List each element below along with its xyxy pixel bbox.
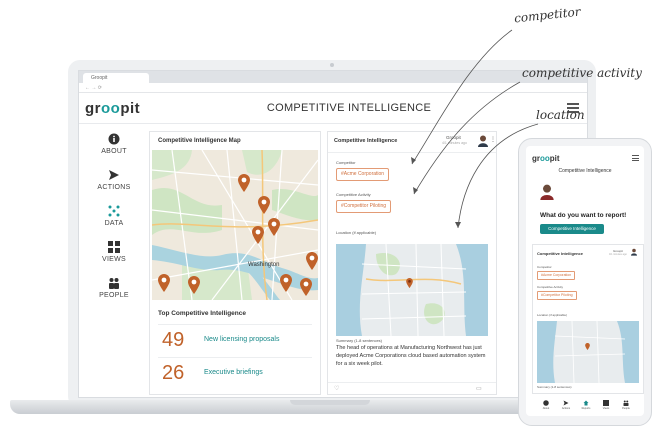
phone-card-title: Competitive Intelligence (537, 251, 584, 256)
views-icon (603, 400, 609, 406)
phone-location-label: Location (if applicable) (537, 313, 568, 317)
phone-competitor-label: Competitor (537, 265, 552, 269)
phone-nav-reports[interactable]: Reports (576, 400, 596, 410)
phone-map-graphic (537, 321, 639, 383)
phone-card-date: 4/1 minutes ago (609, 253, 627, 256)
phone-nav-label: Views (602, 407, 610, 410)
phone-avatar[interactable] (540, 184, 554, 200)
phone-location-pin-icon (585, 343, 590, 350)
phone-nav-label: People (622, 407, 630, 410)
logo-prefix: gr (532, 154, 540, 163)
phone-hamburger-icon[interactable] (632, 155, 639, 163)
people-icon (623, 400, 629, 406)
phone-groopit-logo[interactable]: groopit (532, 154, 560, 163)
phone-location-map[interactable] (537, 321, 639, 383)
phone-nav-actions[interactable]: Actions (556, 400, 576, 410)
avatar[interactable] (631, 248, 637, 256)
send-icon (563, 400, 569, 406)
phone-summary-label: Summary (1-8 sentences) (537, 385, 572, 389)
logo-oo: oo (540, 154, 550, 163)
phone-report-question: What do you want to report! (540, 212, 627, 219)
phone-competitive-intelligence-button[interactable]: Competitive Intelligence (540, 224, 604, 234)
phone-activity-label: Competitive Activity (537, 285, 564, 289)
info-icon (543, 400, 549, 406)
phone-nav-about[interactable]: About (536, 400, 556, 410)
phone-nav-views[interactable]: Views (596, 400, 616, 410)
phone-nav-label: Reports (581, 407, 591, 410)
phone-bottom-nav: About Actions Reports Views People (526, 400, 644, 416)
phone-nav-label: Actions (561, 407, 571, 410)
phone-report-card: Competitive Intelligence Groopit 4/1 min… (532, 244, 644, 394)
phone-activity-tag[interactable]: #Competitor Piloting (537, 291, 577, 300)
logo-suffix: pit (549, 154, 560, 163)
phone-nav-people[interactable]: People (616, 400, 636, 410)
phone-competitor-tag[interactable]: #Acme Corporation (537, 271, 576, 280)
phone-screen: groopit Competitive Intelligence What do… (526, 146, 644, 416)
home-icon (583, 400, 589, 406)
phone-nav-label: About (542, 407, 550, 410)
phone-page-title: Competitive Intelligence (558, 168, 612, 174)
